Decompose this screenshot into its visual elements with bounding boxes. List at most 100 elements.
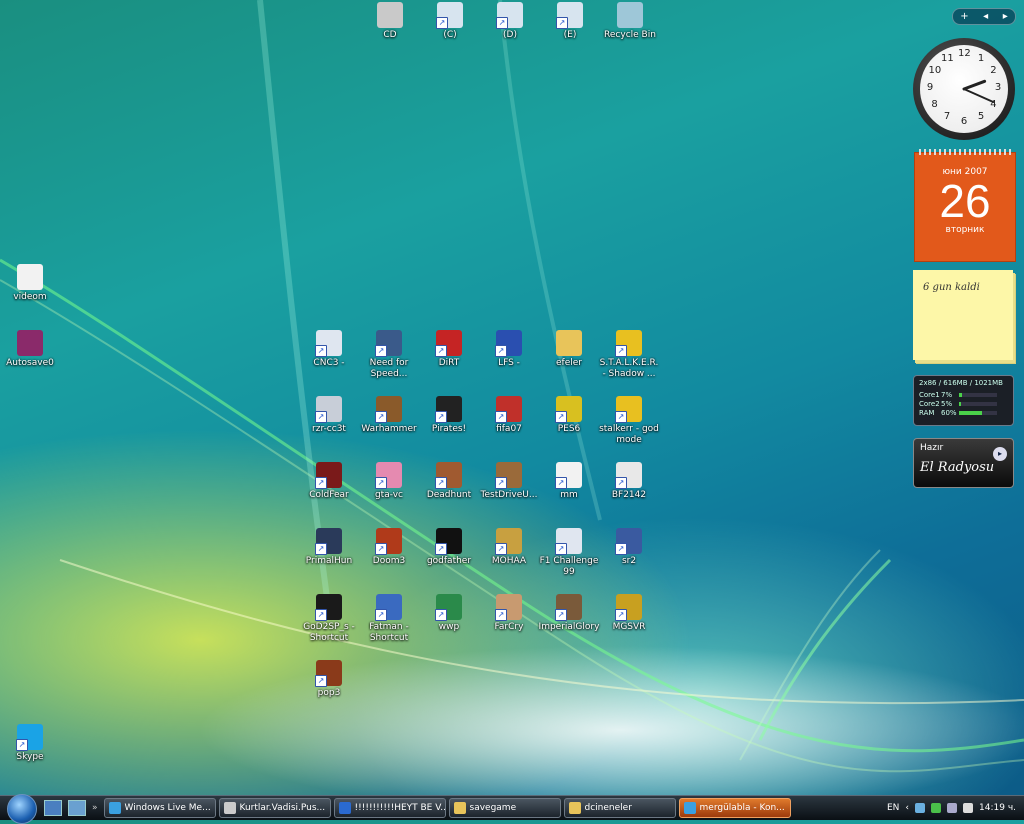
desktop-icon-label: Doom3 [372, 556, 406, 566]
display-icon[interactable] [947, 803, 958, 813]
desktop-icon[interactable]: ↗ mm [537, 462, 601, 501]
desktop-icon[interactable]: ↗ (D) [478, 2, 542, 41]
desktop-icon[interactable]: ↗ Fatman - Shortcut [357, 594, 421, 644]
rzr-icon: ↗ [315, 396, 342, 423]
desktop-icon[interactable]: ↗ gta-vc [357, 462, 421, 501]
switch-windows-icon[interactable] [68, 800, 86, 816]
meter-label: RAM [919, 408, 935, 417]
clock-number: 10 [928, 65, 942, 76]
desktop-icon[interactable]: ↗ Need for Speed... [357, 330, 421, 380]
radio-gadget[interactable]: Hazır ▸ El Radyosu [913, 438, 1014, 488]
taskbar-button[interactable]: Kurtlar.Vadisi.Pus... [218, 798, 331, 818]
desktop-icon[interactable]: ↗ sr2 [597, 528, 661, 567]
desktop-icon[interactable]: videom [0, 264, 62, 303]
desktop-icon[interactable]: ↗ LFS - [477, 330, 541, 369]
desktop-icon[interactable]: ↗ GoD2SP_s - Shortcut [297, 594, 361, 644]
desktop-icon-label: Warhammer [361, 424, 417, 434]
taskbar-button[interactable]: Windows Live Me... [103, 798, 216, 818]
meter-bar-fill [959, 410, 982, 415]
shortcut-arrow-icon: ↗ [615, 543, 627, 555]
shortcut-arrow-icon: ↗ [435, 609, 447, 621]
drive-e-icon: ↗ [556, 2, 583, 29]
desktop-icon[interactable]: ↗ MGSVR [597, 594, 661, 633]
language-indicator[interactable]: EN [887, 803, 899, 813]
desktop-icon[interactable]: ↗ godfather [417, 528, 481, 567]
imperialglory-icon: ↗ [555, 594, 582, 621]
taskbar-button[interactable]: savegame [448, 798, 561, 818]
desktop-icon-label: MGSVR [612, 622, 646, 632]
notes-gadget[interactable]: 6 gun kaldi [913, 270, 1013, 360]
meter-bar [959, 401, 997, 406]
desktop-icon[interactable]: ↗ pop3 [297, 660, 361, 699]
desktop-icon[interactable]: ↗ Warhammer [357, 396, 421, 435]
clock-time[interactable]: 14:19 ч. [979, 803, 1016, 813]
desktop-icon[interactable]: ↗ FarCry [477, 594, 541, 633]
play-icon[interactable]: ▸ [993, 447, 1007, 461]
desktop-icon[interactable]: ↗ CNC3 - [297, 330, 361, 369]
desktop-icon[interactable]: ↗ MOHAA [477, 528, 541, 567]
nfs-icon: ↗ [375, 330, 402, 357]
desktop-icon[interactable]: efeler [537, 330, 601, 369]
tray-expand-button[interactable]: ‹ [905, 803, 909, 813]
desktop-icon-label: FarCry [494, 622, 524, 632]
desktop-icon[interactable]: ↗ ColdFear [297, 462, 361, 501]
desktop-icon[interactable]: ↗ Pirates! [417, 396, 481, 435]
clock-number: 11 [941, 52, 954, 64]
cd-drive-icon [377, 2, 403, 28]
clock-gadget[interactable]: 12 1 2 3 4 5 6 7 8 9 10 11 [913, 38, 1015, 140]
calendar-weekday: вторник [945, 225, 985, 235]
meter-row: Core2 5% [919, 399, 1008, 408]
desktop-icon[interactable]: ↗ Skype [0, 724, 62, 763]
add-gadget-button[interactable]: + [960, 11, 968, 22]
network-icon[interactable] [915, 803, 926, 813]
desktop-icon-label: godfather [426, 556, 472, 566]
desktop-icon[interactable]: ↗ BF2142 [597, 462, 661, 501]
shortcut-arrow-icon: ↗ [375, 477, 387, 489]
desktop-icon[interactable]: ↗ PES6 [537, 396, 601, 435]
meter-rows: Core1 7% Core2 5% RAM 60% [919, 390, 1008, 417]
coldfear-icon: ↗ [315, 462, 342, 489]
quicklaunch-more-button[interactable]: » [92, 803, 98, 813]
desktop-icon[interactable]: CD [358, 2, 422, 41]
volume-icon[interactable] [963, 803, 974, 813]
desktop-icon-label: (C) [443, 30, 457, 40]
clock-number: 1 [977, 52, 985, 64]
shortcut-arrow-icon: ↗ [615, 345, 627, 357]
desktop-icon[interactable]: Recycle Bin [598, 2, 662, 41]
shortcut-arrow-icon: ↗ [495, 477, 507, 489]
cpu-meter-gadget[interactable]: 2x86 / 616MB / 1021MB Core1 7% Core2 5% RAM 6… [913, 375, 1014, 426]
taskbar-button[interactable]: !!!!!!!!!!!HEYT BE V... [333, 798, 446, 818]
desktop-icon[interactable]: ↗ Doom3 [357, 528, 421, 567]
start-button[interactable] [0, 794, 38, 824]
show-desktop-icon[interactable] [44, 800, 62, 816]
desktop-icon[interactable]: ↗ stalkerr - god mode [597, 396, 661, 446]
calendar-gadget[interactable]: юни 2007 26 вторник [914, 149, 1016, 262]
desktop-icon-label: Deadhunt [426, 490, 472, 500]
desktop-icon[interactable]: ↗ S.T.A.L.K.E.R. - Shadow ... [597, 330, 661, 380]
next-gadgets-button[interactable]: ▸ [1003, 11, 1008, 22]
desktop-icon[interactable]: Autosave0 [0, 330, 62, 369]
shortcut-arrow-icon: ↗ [315, 609, 327, 621]
desktop-icon[interactable]: ↗ fifa07 [477, 396, 541, 435]
shortcut-arrow-icon: ↗ [615, 477, 627, 489]
desktop-icon[interactable]: ↗ wwp [417, 594, 481, 633]
desktop-icon[interactable]: ↗ DiRT [417, 330, 481, 369]
desktop-icon-label: ImperialGlory [538, 622, 600, 632]
desktop-icon-label: videom [13, 292, 47, 302]
desktop-icon-label: gta-vc [374, 490, 404, 500]
meter-label: Core1 [919, 390, 940, 399]
desktop-icon[interactable]: ↗ rzr-cc3t [297, 396, 361, 435]
desktop-icon[interactable]: ↗ ImperialGlory [537, 594, 601, 633]
desktop-icon[interactable]: ↗ Deadhunt [417, 462, 481, 501]
desktop-icon[interactable]: ↗ PrimalHun [297, 528, 361, 567]
desktop-icon[interactable]: ↗ TestDriveU... [477, 462, 541, 501]
desktop-icon[interactable]: ↗ (C) [418, 2, 482, 41]
desktop-icon-label: Skype [16, 752, 44, 762]
messenger-tray-icon[interactable] [931, 803, 942, 813]
taskbar-button[interactable]: dcineneler [563, 798, 676, 818]
prev-gadgets-button[interactable]: ◂ [983, 11, 988, 22]
desktop-icon[interactable]: ↗ (E) [538, 2, 602, 41]
recycle-bin-icon [617, 2, 643, 28]
taskbar-button[interactable]: mergülabla - Kon... [678, 798, 791, 818]
desktop-icon[interactable]: ↗ F1 Challenge 99 [537, 528, 601, 578]
